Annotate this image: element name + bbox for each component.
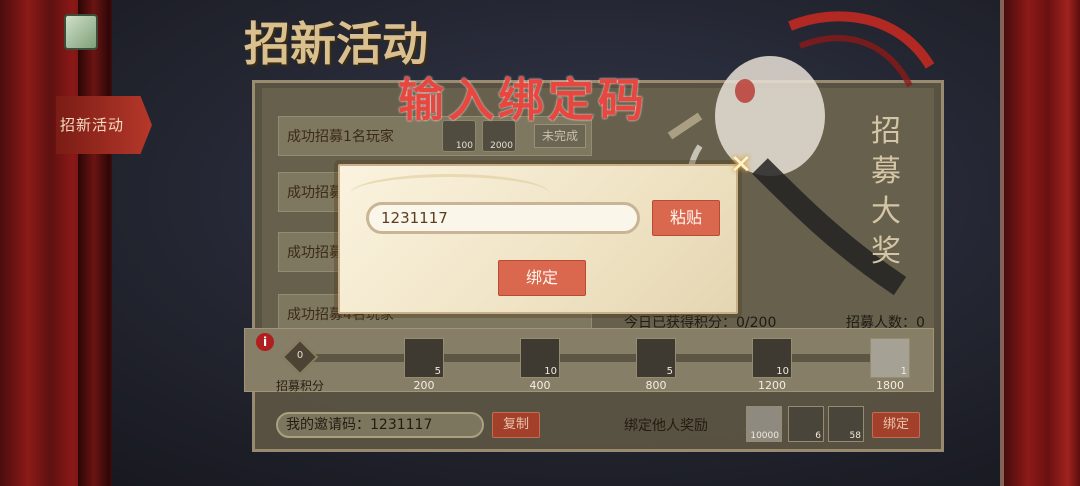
bind-reward-icon[interactable]: 10000	[746, 406, 782, 442]
right-curtain	[1000, 0, 1080, 486]
close-icon[interactable]: ✕	[728, 152, 754, 178]
task-label: 成功招募	[287, 245, 343, 261]
milestone-reward-icon[interactable]: 1	[870, 338, 910, 378]
milestone-threshold: 1800	[876, 379, 904, 392]
bind-reward-label: 绑定他人奖励	[624, 418, 708, 434]
bind-reward-icon[interactable]: 6	[788, 406, 824, 442]
back-icon[interactable]	[64, 14, 98, 50]
milestone-count: 1	[900, 366, 907, 377]
milestone-reward-icon[interactable]: 5	[404, 338, 444, 378]
left-curtain-pole	[78, 0, 110, 486]
side-tab-recruit[interactable]: 招新活动	[56, 96, 152, 154]
bind-reward-count: 10000	[750, 431, 779, 441]
milestone-count: 5	[666, 366, 673, 377]
milestone-count: 5	[434, 366, 441, 377]
current-points: 0	[296, 350, 304, 361]
bind-reward-count: 58	[849, 431, 861, 441]
info-icon[interactable]: i	[256, 333, 274, 351]
milestone-reward-icon[interactable]: 10	[752, 338, 792, 378]
bind-others-button[interactable]: 绑定	[872, 412, 920, 438]
milestone-threshold: 200	[413, 379, 435, 392]
page-title-text: 招新活动	[244, 17, 428, 71]
bind-reward-count: 6	[815, 431, 821, 441]
milestone-reward-icon[interactable]: 10	[520, 338, 560, 378]
milestone-threshold: 400	[529, 379, 551, 392]
milestone-count: 10	[776, 366, 789, 377]
milestone-reward-icon[interactable]: 5	[636, 338, 676, 378]
recruit-prize-text: 招募大奖	[871, 114, 901, 269]
paste-button[interactable]: 粘贴	[652, 200, 720, 236]
progress-label: 招募积分	[276, 379, 325, 393]
progress-line	[300, 354, 880, 362]
task-label: 成功招募1名玩家	[287, 129, 394, 145]
bind-reward-icon[interactable]: 58	[828, 406, 864, 442]
task-label: 成功招募	[287, 185, 343, 201]
milestone-count: 10	[544, 366, 557, 377]
right-curtain-edge	[1000, 0, 1004, 486]
copy-button[interactable]: 复制	[492, 412, 540, 438]
invite-code-display: 我的邀请码：1231117	[276, 412, 484, 438]
milestone-threshold: 1200	[758, 379, 786, 392]
reward-count: 100	[455, 141, 473, 151]
overlay-title: 输入绑定码	[398, 73, 648, 127]
milestone-threshold: 800	[645, 379, 667, 392]
bind-code-input[interactable]	[366, 202, 640, 234]
reward-count: 2000	[490, 141, 513, 151]
bind-button[interactable]: 绑定	[498, 260, 586, 296]
